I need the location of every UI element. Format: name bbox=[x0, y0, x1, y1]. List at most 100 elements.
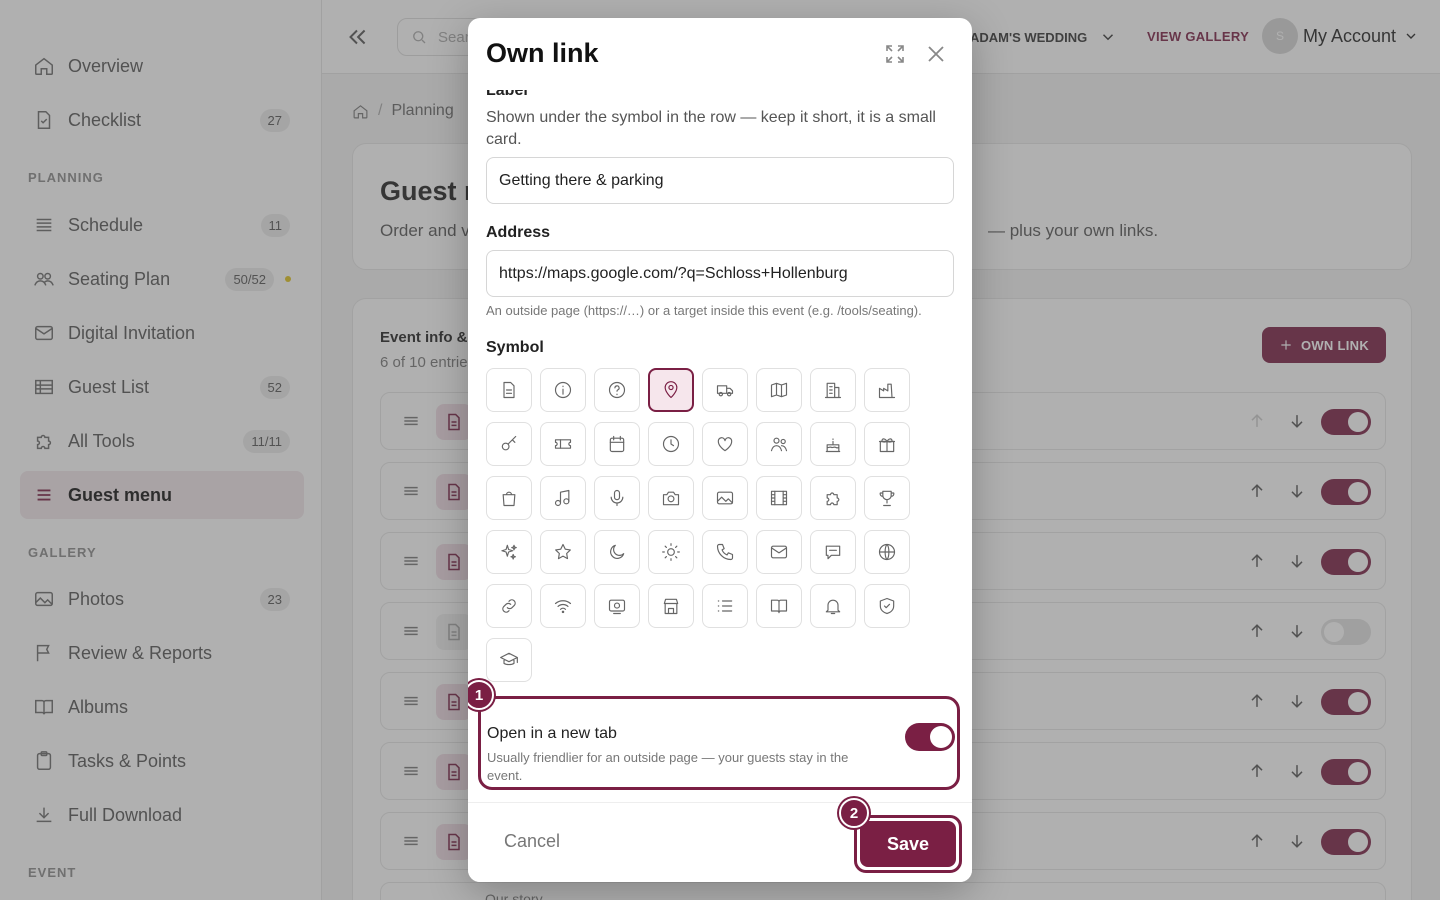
symbol-option-mail[interactable] bbox=[756, 530, 802, 574]
building-icon bbox=[824, 382, 842, 399]
book-icon bbox=[770, 599, 788, 614]
symbol-option-ticket[interactable] bbox=[540, 422, 586, 466]
dialog-body[interactable]: Label Shown under the symbol in the row … bbox=[468, 84, 972, 802]
list-icon bbox=[717, 600, 733, 612]
new-tab-help: Usually friendlier for an outside page —… bbox=[487, 750, 849, 783]
dialog-footer: Cancel Save bbox=[468, 802, 972, 882]
new-tab-toggle[interactable] bbox=[905, 723, 955, 751]
image-icon bbox=[716, 491, 734, 505]
symbol-option-image[interactable] bbox=[702, 476, 748, 520]
symbol-option-film[interactable] bbox=[756, 476, 802, 520]
symbol-option-link[interactable] bbox=[486, 584, 532, 628]
label-heading: Label bbox=[486, 84, 528, 99]
own-link-dialog: Own link Label Shown under the symbol in… bbox=[468, 18, 972, 882]
graduation-cap-icon bbox=[500, 652, 518, 666]
shield-icon bbox=[879, 597, 895, 615]
symbol-option-calendar[interactable] bbox=[594, 422, 640, 466]
symbol-option-help[interactable] bbox=[594, 368, 640, 412]
label-input[interactable]: Getting there & parking bbox=[486, 157, 954, 204]
bell-icon bbox=[825, 599, 841, 615]
wifi-icon bbox=[554, 600, 572, 614]
mail-icon bbox=[770, 545, 788, 559]
projector-icon bbox=[608, 599, 626, 615]
symbol-heading: Symbol bbox=[486, 339, 544, 356]
symbol-option-gift[interactable] bbox=[864, 422, 910, 466]
symbol-option-bell[interactable] bbox=[810, 584, 856, 628]
sun-icon bbox=[662, 543, 680, 561]
symbol-option-bag[interactable] bbox=[486, 476, 532, 520]
store-icon bbox=[663, 598, 679, 615]
globe-icon bbox=[878, 543, 896, 561]
clock-icon bbox=[662, 435, 680, 453]
document-icon bbox=[503, 381, 515, 399]
symbol-option-camera[interactable] bbox=[648, 476, 694, 520]
users-icon bbox=[770, 437, 788, 452]
symbol-option-map[interactable] bbox=[756, 368, 802, 412]
symbol-option-building[interactable] bbox=[810, 368, 856, 412]
sparkles-icon bbox=[501, 544, 517, 560]
key-icon bbox=[501, 435, 517, 451]
symbol-option-list[interactable] bbox=[702, 584, 748, 628]
step-marker-2: 2 bbox=[839, 798, 869, 828]
factory-icon bbox=[878, 383, 896, 399]
symbol-option-factory[interactable] bbox=[864, 368, 910, 412]
symbol-option-puzzle[interactable] bbox=[810, 476, 856, 520]
heart-icon bbox=[717, 437, 733, 452]
symbol-option-document[interactable] bbox=[486, 368, 532, 412]
symbol-option-shield[interactable] bbox=[864, 584, 910, 628]
save-button[interactable]: Save bbox=[860, 821, 956, 867]
address-hint: An outside page (https://…) or a target … bbox=[486, 303, 922, 318]
symbol-option-truck[interactable] bbox=[702, 368, 748, 412]
symbol-option-users[interactable] bbox=[756, 422, 802, 466]
symbol-option-globe[interactable] bbox=[864, 530, 910, 574]
gift-icon bbox=[878, 438, 896, 453]
symbol-option-graduation-cap[interactable] bbox=[486, 638, 532, 682]
symbol-option-wifi[interactable] bbox=[540, 584, 586, 628]
calendar-icon bbox=[609, 435, 625, 453]
truck-icon bbox=[716, 385, 734, 397]
trophy-icon bbox=[879, 490, 895, 507]
music-icon bbox=[554, 489, 570, 507]
ticket-icon bbox=[554, 439, 572, 449]
chat-icon bbox=[825, 545, 841, 560]
new-tab-title: Open in a new tab bbox=[487, 725, 617, 742]
label-help: Shown under the symbol in the row — keep… bbox=[486, 109, 936, 148]
address-heading: Address bbox=[486, 224, 551, 241]
symbol-option-phone[interactable] bbox=[702, 530, 748, 574]
symbol-option-microphone[interactable] bbox=[594, 476, 640, 520]
symbol-option-chat[interactable] bbox=[810, 530, 856, 574]
dialog-title: Own link bbox=[486, 38, 599, 68]
star-icon bbox=[555, 543, 571, 560]
cancel-button[interactable]: Cancel bbox=[504, 831, 560, 852]
camera-icon bbox=[662, 491, 680, 506]
link-icon bbox=[502, 599, 516, 613]
phone-icon bbox=[716, 543, 734, 561]
cake-icon bbox=[825, 438, 841, 453]
bag-icon bbox=[502, 491, 516, 507]
symbol-option-store[interactable] bbox=[648, 584, 694, 628]
address-input[interactable]: https://maps.google.com/?q=Schloss+Holle… bbox=[486, 250, 954, 297]
symbol-option-moon[interactable] bbox=[594, 530, 640, 574]
microphone-icon bbox=[610, 489, 624, 507]
moon-icon bbox=[610, 544, 625, 559]
symbol-option-clock[interactable] bbox=[648, 422, 694, 466]
map-pin-icon bbox=[664, 381, 678, 399]
symbol-option-sparkles[interactable] bbox=[486, 530, 532, 574]
expand-icon[interactable] bbox=[883, 42, 907, 66]
symbol-option-book[interactable] bbox=[756, 584, 802, 628]
symbol-option-star[interactable] bbox=[540, 530, 586, 574]
symbol-option-info[interactable] bbox=[540, 368, 586, 412]
puzzle-icon bbox=[826, 492, 840, 506]
symbol-option-cake[interactable] bbox=[810, 422, 856, 466]
map-icon bbox=[770, 382, 788, 398]
symbol-option-projector[interactable] bbox=[594, 584, 640, 628]
symbol-option-sun[interactable] bbox=[648, 530, 694, 574]
help-icon bbox=[608, 381, 626, 399]
symbol-option-key[interactable] bbox=[486, 422, 532, 466]
symbol-option-music[interactable] bbox=[540, 476, 586, 520]
symbol-option-map-pin[interactable] bbox=[648, 368, 694, 412]
symbol-option-trophy[interactable] bbox=[864, 476, 910, 520]
symbol-option-heart[interactable] bbox=[702, 422, 748, 466]
open-in-new-tab-setting: Open in a new tab Usually friendlier for… bbox=[478, 696, 960, 790]
close-icon[interactable] bbox=[924, 42, 948, 66]
